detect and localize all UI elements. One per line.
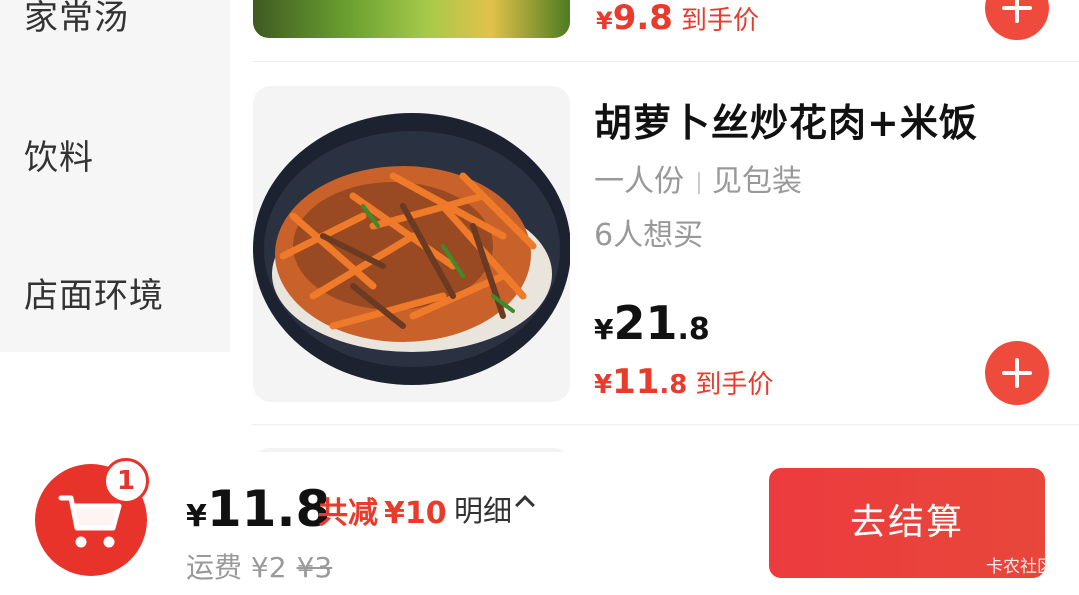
product-portion: 一人份 xyxy=(594,164,684,199)
delivery-fee-original: ¥3 xyxy=(296,551,333,584)
deal-price-int: 11 xyxy=(612,362,660,402)
discount-amount: ¥10 xyxy=(384,496,447,531)
product-image[interactable] xyxy=(253,86,570,402)
sidebar-empty-area xyxy=(0,352,230,452)
want-to-buy-count: 6人想买 xyxy=(594,218,704,253)
divider xyxy=(252,424,1079,425)
deal-price-suffix: 到手价 xyxy=(695,370,774,400)
delivery-fee: 运费 ¥2 ¥3 xyxy=(186,546,332,586)
prev-deal-price: ¥9.8 到手价 xyxy=(596,0,759,38)
cart-total-symbol: ¥ xyxy=(186,499,207,534)
prev-deal-suffix: 到手价 xyxy=(680,6,759,36)
add-to-cart-button-prev[interactable] xyxy=(985,0,1049,40)
category-item-soup[interactable]: 家常汤 xyxy=(24,0,129,39)
chevron-up-icon[interactable] xyxy=(515,495,535,515)
detail-toggle[interactable]: 明细 xyxy=(454,488,512,530)
deal-price-dec: .8 xyxy=(659,370,688,400)
delivery-fee-label: 运费 xyxy=(186,551,243,584)
discount-label: 共减 xyxy=(318,496,378,531)
spec-separator xyxy=(698,171,700,194)
prev-deal-price-symbol: ¥ xyxy=(596,7,613,35)
original-price-dec: .8 xyxy=(677,312,710,347)
deal-price-symbol: ¥ xyxy=(594,370,613,400)
divider xyxy=(252,61,1079,62)
cart-count-badge: 1 xyxy=(103,458,149,504)
product-image-prev[interactable] xyxy=(253,0,570,38)
product-spec: 一人份 见包装 xyxy=(594,156,802,200)
cart-total: ¥11.8 xyxy=(186,480,330,538)
product-name[interactable]: 胡萝卜丝炒花肉+米饭 xyxy=(594,92,978,147)
deal-price: ¥11.8 到手价 xyxy=(594,362,773,402)
original-price-symbol: ¥ xyxy=(594,313,614,346)
cart-bar: 1 ¥11.8 共减 ¥10 明细 运费 ¥2 ¥3 去结算 卡农社区 xyxy=(0,452,1079,595)
product-list[interactable]: ¥9.8 到手价 胡萝卜丝炒花肉+米饭 一人份 见包装 6人想买 ¥21.8 ¥… xyxy=(230,0,1079,452)
discount-summary: 共减 ¥10 xyxy=(318,488,447,532)
prev-deal-price-value: 9.8 xyxy=(612,0,673,38)
original-price: ¥21.8 xyxy=(594,296,710,350)
watermark: 卡农社区 xyxy=(986,557,1054,577)
cart-total-value: 11.8 xyxy=(206,480,331,538)
product-package: 见包装 xyxy=(712,164,802,199)
add-to-cart-button[interactable] xyxy=(985,341,1049,405)
category-item-store-environment[interactable]: 店面环境 xyxy=(24,268,164,317)
original-price-int: 21 xyxy=(613,296,678,350)
delivery-fee-current: ¥2 xyxy=(250,551,287,584)
stir-fry-dish-image xyxy=(253,86,570,402)
category-item-drinks[interactable]: 饮料 xyxy=(24,130,94,179)
